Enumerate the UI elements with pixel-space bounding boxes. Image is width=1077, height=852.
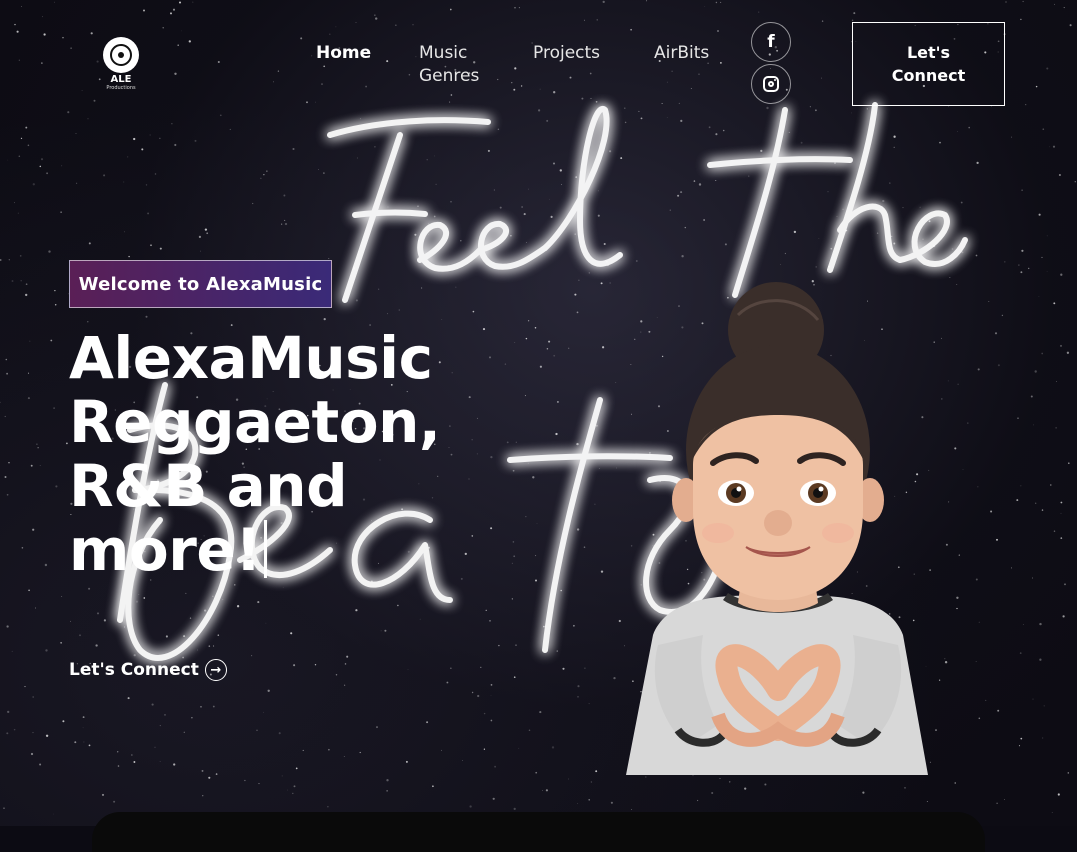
nav-music-genres[interactable]: Music Genres (419, 42, 489, 88)
facebook-icon: f (767, 32, 775, 52)
cta-label: Let's Connect (69, 660, 199, 680)
headline-text: AlexaMusic Reggaeton, R&B and more! (69, 324, 441, 584)
nav-projects[interactable]: Projects (533, 42, 600, 65)
bottom-section-card (92, 812, 985, 852)
memoji-avatar-image (626, 282, 928, 775)
vinyl-disc-icon (103, 37, 139, 73)
facebook-link[interactable]: f (751, 22, 791, 62)
logo-subtitle: Productions (106, 85, 136, 91)
hero-headline: AlexaMusic Reggaeton, R&B and more! (69, 326, 469, 582)
lets-connect-button[interactable]: Let's Connect (852, 22, 1005, 106)
instagram-link[interactable] (751, 64, 791, 104)
nav-airbits[interactable]: AirBits (654, 42, 709, 65)
arrow-right-circle-icon: → (204, 659, 227, 681)
nav-home[interactable]: Home (316, 42, 371, 65)
hero-cta-link[interactable]: Let's Connect → (69, 656, 227, 684)
welcome-badge: Welcome to AlexaMusic (69, 260, 332, 308)
instagram-icon (763, 76, 779, 92)
typing-cursor (264, 520, 268, 578)
logo-title: ALE (110, 74, 132, 85)
ale-productions-logo[interactable]: ALE Productions (101, 37, 141, 95)
